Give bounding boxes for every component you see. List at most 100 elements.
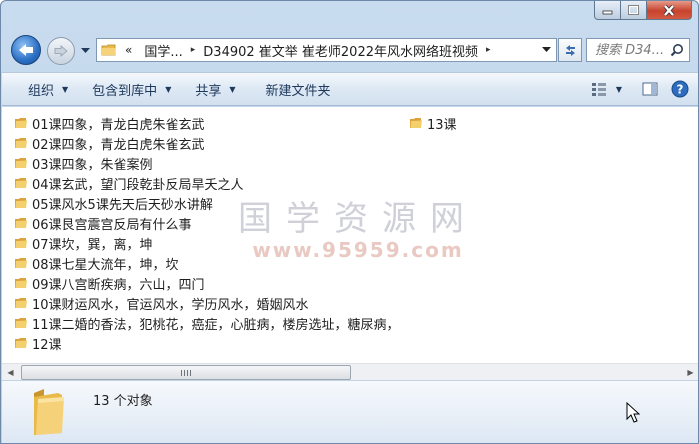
folder-item[interactable]: 11课二婚的香法，犯桃花，癌症，心脏病，楼房选址，糖尿病，	[14, 313, 400, 333]
address-dropdown-button[interactable]	[540, 44, 552, 56]
view-options-icon	[592, 83, 606, 96]
folder-item[interactable]: 09课八宫断疾病，六山，四门	[14, 273, 400, 293]
breadcrumb-separator[interactable]: ▸	[191, 45, 196, 55]
folder-item[interactable]: 07课坎，巽，离，坤	[14, 233, 400, 253]
folder-item[interactable]: 10课财运风水，官运风水，学历风水，婚姻风水	[14, 293, 400, 313]
share-menu[interactable]: 共享 ▼	[186, 73, 244, 105]
new-folder-button[interactable]: 新建文件夹	[257, 73, 340, 105]
folder-icon	[15, 138, 27, 148]
change-view-button[interactable]	[587, 73, 611, 105]
breadcrumb-guoxue[interactable]: 国学...	[144, 41, 182, 60]
folder-icon	[15, 118, 27, 128]
folder-name: 01课四象，青龙白虎朱雀玄武	[32, 117, 205, 133]
include-in-library-menu[interactable]: 包含到库中 ▼	[83, 73, 180, 105]
refresh-button[interactable]	[558, 38, 582, 62]
folder-name: 11课二婚的香法，犯桃花，癌症，心脏病，楼房选址，糖尿病，	[32, 317, 400, 333]
chevron-down-icon: ▼	[165, 84, 172, 94]
organize-menu[interactable]: 组织 ▼	[2, 73, 77, 105]
details-pane: 13 个对象	[2, 380, 698, 443]
refresh-icon	[565, 44, 575, 56]
minimize-icon	[602, 10, 613, 14]
item-count: 13 个对象	[93, 394, 153, 409]
preview-pane-icon	[642, 82, 658, 96]
address-overflow-chevron[interactable]: «	[125, 43, 132, 57]
folder-name: 05课风水5课先天后天砂水讲解	[32, 197, 213, 213]
folder-icon	[15, 218, 27, 228]
back-button[interactable]	[11, 35, 41, 65]
recent-pages-button[interactable]	[79, 45, 91, 57]
folder-item[interactable]: 12课	[14, 333, 400, 353]
file-column-1: 01课四象，青龙白虎朱雀玄武 02课四象，青龙白虎朱雀玄武 03课四象，朱雀案例 04…	[14, 113, 400, 353]
folder-icon	[15, 298, 27, 308]
maximize-button[interactable]	[621, 1, 647, 20]
new-folder-label: 新建文件夹	[265, 83, 331, 99]
view-dropdown-button[interactable]: ▼	[611, 73, 627, 105]
folder-name: 13课	[427, 117, 457, 133]
svg-text:?: ?	[677, 83, 684, 97]
help-icon: ?	[671, 80, 689, 98]
folder-item[interactable]: 02课四象，青龙白虎朱雀玄武	[14, 133, 400, 153]
folder-name: 06课艮宫震宫反局有什么事	[32, 217, 192, 233]
chevron-down-icon	[541, 47, 551, 52]
folder-name: 10课财运风水，官运风水，学历风水，婚姻风水	[32, 297, 309, 313]
folder-icon	[15, 338, 27, 348]
explorer-window: « 国学... ▸ D34902 崔文举 崔老师2022年风水网络班视频 ▸ 搜…	[0, 0, 699, 444]
folder-icon	[410, 118, 422, 128]
grip-icon	[181, 369, 191, 376]
forward-button[interactable]	[47, 37, 75, 65]
folder-name: 09课八宫断疾病，六山，四门	[32, 277, 205, 293]
navigation-bar: « 国学... ▸ D34902 崔文举 崔老师2022年风水网络班视频 ▸	[1, 31, 698, 69]
folder-icon	[15, 318, 27, 328]
chevron-down-icon: ▼	[229, 84, 236, 94]
include-in-library-label: 包含到库中	[92, 83, 158, 99]
chevron-down-icon: ▼	[615, 84, 623, 94]
breadcrumb-separator[interactable]: ▸	[486, 45, 491, 55]
address-bar[interactable]: « 国学... ▸ D34902 崔文举 崔老师2022年风水网络班视频 ▸	[96, 38, 557, 62]
back-arrow-icon	[19, 44, 33, 56]
breadcrumb-current-folder[interactable]: D34902 崔文举 崔老师2022年风水网络班视频	[203, 41, 478, 60]
folder-item[interactable]: 06课艮宫震宫反局有什么事	[14, 213, 400, 233]
search-box	[586, 38, 690, 62]
folder-item[interactable]: 03课四象，朱雀案例	[14, 153, 400, 173]
folder-name: 08课七星大流年，坤，坎	[32, 257, 179, 273]
help-button[interactable]: ?	[665, 73, 695, 105]
scroll-left-button[interactable]: ◀	[2, 365, 19, 380]
caption-buttons	[594, 1, 692, 21]
folder-icon	[15, 278, 27, 288]
preview-pane-button[interactable]	[635, 73, 665, 105]
folder-icon	[15, 238, 27, 248]
minimize-button[interactable]	[594, 1, 621, 20]
folder-item[interactable]: 08课七星大流年，坤，坎	[14, 253, 400, 273]
folder-item[interactable]: 05课风水5课先天后天砂水讲解	[14, 193, 400, 213]
chevron-down-icon: ▼	[62, 84, 69, 94]
folder-icon	[15, 178, 27, 188]
horizontal-scrollbar[interactable]: ◀ ▶	[2, 363, 698, 380]
organize-label: 组织	[28, 83, 55, 99]
folder-name: 03课四象，朱雀案例	[32, 157, 153, 173]
folder-icon	[15, 198, 27, 208]
folder-name: 04课玄武，望门段乾卦反局旱夭之人	[32, 177, 244, 193]
maximize-icon	[628, 5, 639, 15]
search-icon[interactable]	[670, 43, 684, 57]
search-input[interactable]	[595, 42, 677, 58]
scrollbar-thumb[interactable]	[21, 365, 351, 380]
folder-large-icon	[34, 389, 64, 435]
folder-item[interactable]: 01课四象，青龙白虎朱雀玄武	[14, 113, 400, 133]
mouse-cursor-icon	[626, 402, 640, 423]
folder-icon	[15, 158, 27, 168]
file-column-2: 13课	[409, 113, 457, 133]
chevron-down-icon	[80, 48, 90, 53]
folder-name: 07课坎，巽，离，坤	[32, 237, 153, 253]
forward-arrow-icon	[54, 45, 68, 57]
folder-name: 12课	[32, 337, 62, 353]
close-icon	[663, 4, 675, 16]
folder-item[interactable]: 04课玄武，望门段乾卦反局旱夭之人	[14, 173, 400, 193]
close-button[interactable]	[647, 1, 692, 20]
folder-icon	[15, 258, 27, 268]
scroll-right-button[interactable]: ▶	[682, 365, 698, 380]
folder-item[interactable]: 13课	[409, 113, 457, 133]
share-label: 共享	[195, 83, 222, 99]
file-list-pane[interactable]: 国学资源网 www.95959.com 01课四象，青龙白虎朱雀玄武 02课四象，…	[2, 107, 698, 363]
folder-name: 02课四象，青龙白虎朱雀玄武	[32, 137, 205, 153]
folder-icon	[101, 44, 116, 56]
